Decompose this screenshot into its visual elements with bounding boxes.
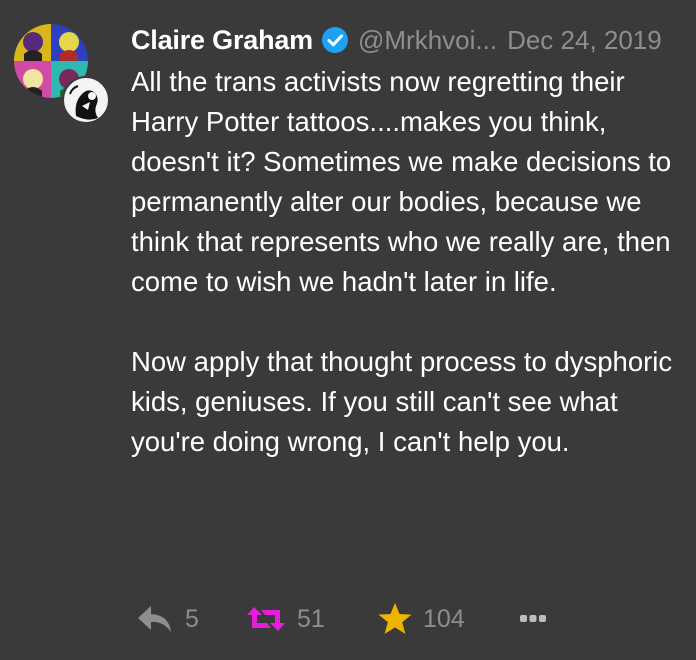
author-name[interactable]: Claire Graham xyxy=(131,25,313,56)
reply-button[interactable]: 5 xyxy=(135,596,199,642)
retweet-count: 51 xyxy=(297,604,325,633)
tweet-text: All the trans activists now regretting t… xyxy=(131,62,691,462)
star-icon xyxy=(378,603,412,634)
secondary-avatar-image xyxy=(62,76,110,124)
tweet-paragraph: All the trans activists now regretting t… xyxy=(131,66,672,297)
tweet-card: Claire Graham @Mrkhvoi... Dec 24, 2019 A… xyxy=(0,0,696,660)
more-button[interactable] xyxy=(519,596,547,642)
reply-icon xyxy=(138,606,171,632)
tweet-paragraph: Now apply that thought process to dyspho… xyxy=(131,346,673,457)
author-handle[interactable]: @Mrkhvoi... xyxy=(358,25,497,56)
like-button[interactable]: 104 xyxy=(377,596,465,642)
tweet-actions: 5 51 104 xyxy=(131,596,691,642)
retweet-button[interactable]: 51 xyxy=(245,596,325,642)
avatar-group[interactable] xyxy=(14,24,114,124)
more-icon xyxy=(520,615,546,622)
reply-count: 5 xyxy=(185,604,199,633)
like-count: 104 xyxy=(423,604,465,633)
tweet-date[interactable]: Dec 24, 2019 xyxy=(507,25,662,56)
secondary-avatar[interactable] xyxy=(62,76,110,124)
verified-badge-icon xyxy=(321,26,349,54)
retweet-icon xyxy=(247,607,285,631)
tweet-header: Claire Graham @Mrkhvoi... Dec 24, 2019 xyxy=(131,20,688,60)
